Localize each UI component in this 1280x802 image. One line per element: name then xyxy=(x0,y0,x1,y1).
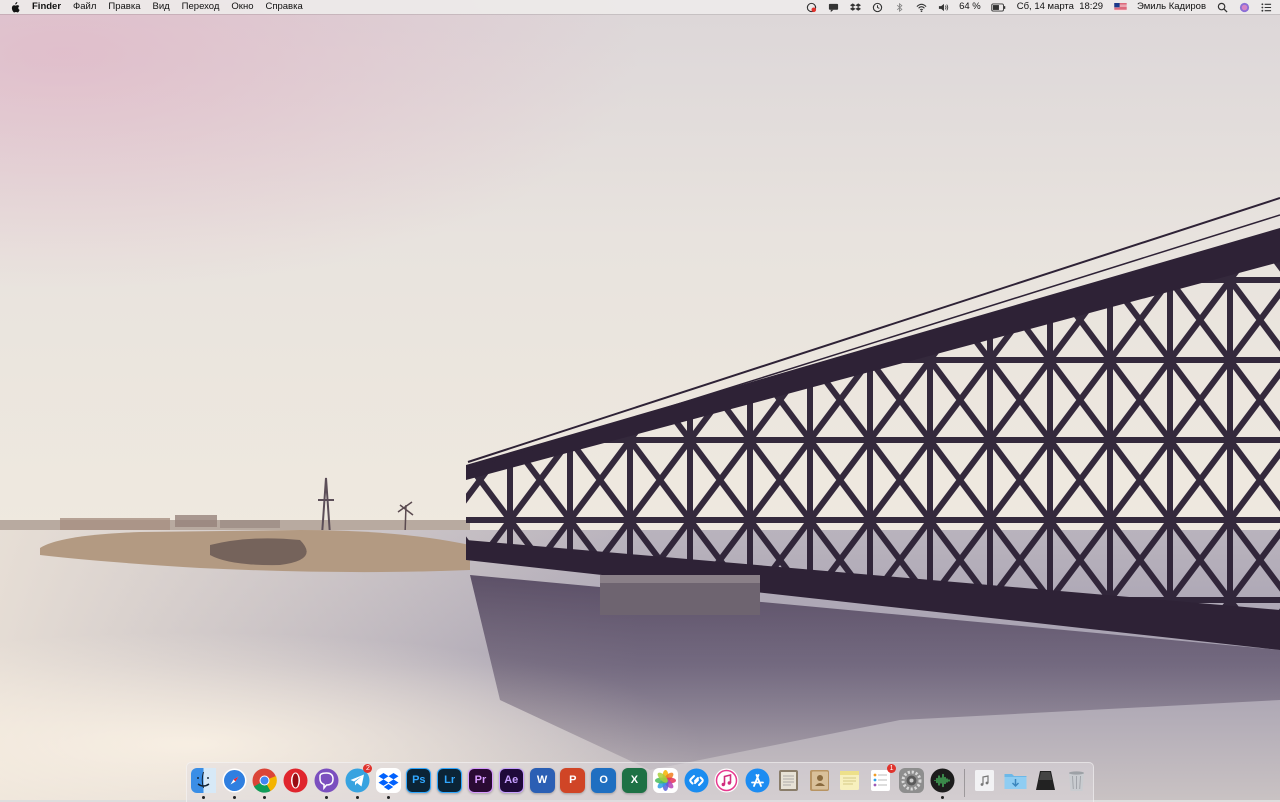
dock-separator xyxy=(964,769,965,797)
dock-stickies-icon[interactable] xyxy=(837,766,864,794)
reminders-badge: 1 xyxy=(887,764,897,773)
dock-telegram-icon[interactable]: 2 xyxy=(344,764,373,799)
dock-system-preferences-icon[interactable] xyxy=(898,766,925,794)
outlook-tile: O xyxy=(591,767,617,793)
bluetooth-icon[interactable] xyxy=(893,1,905,13)
after-effects-tile: Ae xyxy=(498,767,524,793)
volume-icon[interactable] xyxy=(937,1,949,13)
dock: 2 Ps Lr Pr Ae W P O X 1 xyxy=(186,762,1094,802)
menu-bar-left: Finder Файл Правка Вид Переход Окно Спра… xyxy=(10,0,303,14)
opera-vpn-icon[interactable] xyxy=(805,1,817,13)
clock[interactable]: Сб, 14 марта 18:29 xyxy=(1017,0,1103,14)
menu-edit[interactable]: Правка xyxy=(108,0,140,14)
telegram-badge: 2 xyxy=(363,764,373,773)
dock-apps: 2 Ps Lr Pr Ae W P O X 1 xyxy=(190,764,956,799)
desktop-wallpaper xyxy=(0,0,1280,800)
apple-menu-icon[interactable] xyxy=(10,1,20,13)
running-indicator xyxy=(232,796,236,799)
battery-icon[interactable] xyxy=(991,1,1007,13)
dock-photos-icon[interactable] xyxy=(652,766,679,794)
dock-powerpoint-icon[interactable]: P xyxy=(560,766,587,794)
premiere-tile: Pr xyxy=(467,767,493,793)
menu-window[interactable]: Окно xyxy=(231,0,253,14)
menu-help[interactable]: Справка xyxy=(265,0,302,14)
dock-outlook-icon[interactable]: O xyxy=(590,766,617,794)
notification-center-icon[interactable] xyxy=(1260,1,1272,13)
dock-launchpad-stack-icon[interactable] xyxy=(1033,766,1060,794)
dock-premiere-icon[interactable]: Pr xyxy=(467,766,494,794)
photoshop-tile: Ps xyxy=(406,767,432,793)
user-name[interactable]: Эмиль Кадиров xyxy=(1137,0,1206,14)
menu-bar-right: 64 % Сб, 14 марта 18:29 Эмиль Кадиров xyxy=(805,0,1272,14)
dock-reminders-icon[interactable]: 1 xyxy=(868,764,897,794)
menu-app-finder[interactable]: Finder xyxy=(32,0,61,14)
dock-chrome-icon[interactable] xyxy=(252,766,279,799)
dock-dropbox-icon[interactable] xyxy=(375,766,402,799)
dock-safari-icon[interactable] xyxy=(221,766,248,799)
lightroom-tile: Lr xyxy=(437,767,463,793)
wifi-icon[interactable] xyxy=(915,1,927,13)
excel-tile: X xyxy=(621,767,647,793)
dropbox-icon[interactable] xyxy=(849,1,861,13)
running-indicator xyxy=(355,796,359,799)
running-indicator xyxy=(940,796,944,799)
messages-icon[interactable] xyxy=(827,1,839,13)
dock-stacks xyxy=(971,766,1090,794)
menu-view[interactable]: Вид xyxy=(152,0,169,14)
siri-icon[interactable] xyxy=(1238,1,1250,13)
dock-shazam-icon[interactable] xyxy=(683,766,710,794)
dock-opera-icon[interactable] xyxy=(282,766,309,794)
dock-photoshop-icon[interactable]: Ps xyxy=(406,766,433,794)
powerpoint-tile: P xyxy=(560,767,586,793)
running-indicator xyxy=(386,796,390,799)
dock-viber-icon[interactable] xyxy=(313,766,340,799)
dock-downloads-folder-icon[interactable] xyxy=(1002,766,1029,794)
word-tile: W xyxy=(529,767,555,793)
battery-percent[interactable]: 64 % xyxy=(959,0,981,14)
time-machine-icon[interactable] xyxy=(871,1,883,13)
menu-bar: Finder Файл Правка Вид Переход Окно Спра… xyxy=(0,0,1280,14)
dock-music-folder-icon[interactable] xyxy=(971,766,998,794)
running-indicator xyxy=(201,796,205,799)
dock-itunes-icon[interactable] xyxy=(714,766,741,794)
dock-notes-pad-icon[interactable] xyxy=(775,766,802,794)
dock-finder-icon[interactable] xyxy=(190,766,217,799)
running-indicator xyxy=(324,796,328,799)
running-indicator xyxy=(263,796,267,799)
dock-excel-icon[interactable]: X xyxy=(621,766,648,794)
dock-app-store-icon[interactable] xyxy=(744,766,771,794)
dock-after-effects-icon[interactable]: Ae xyxy=(498,766,525,794)
menu-go[interactable]: Переход xyxy=(182,0,220,14)
dock-lightroom-icon[interactable]: Lr xyxy=(436,766,463,794)
us-flag-icon[interactable] xyxy=(1113,1,1127,13)
dock-sound-app-icon[interactable] xyxy=(929,766,956,799)
spotlight-search-icon[interactable] xyxy=(1216,1,1228,13)
menu-file[interactable]: Файл xyxy=(73,0,96,14)
dock-trash-icon[interactable] xyxy=(1063,766,1090,794)
dock-contacts-icon[interactable] xyxy=(806,766,833,794)
dock-word-icon[interactable]: W xyxy=(529,766,556,794)
